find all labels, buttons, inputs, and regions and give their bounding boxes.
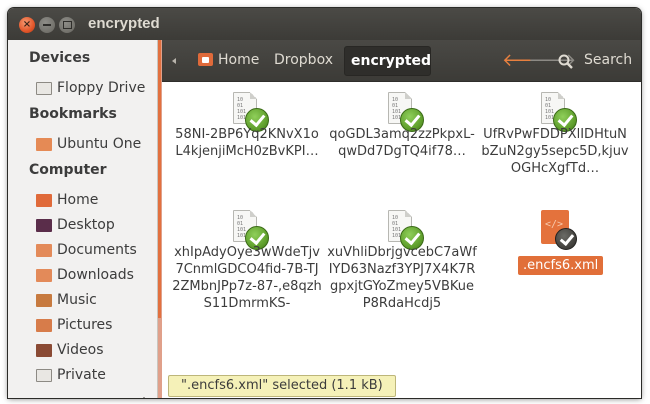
toolbar: Home Dropbox encrypted 🡐 🡒 Search [162,40,641,82]
sidebar-item-desktop[interactable]: Desktop [36,216,154,238]
sidebar-item-private[interactable]: Private [36,366,154,388]
sidebar-item-label: Home [57,192,99,208]
private-drive-icon [36,369,52,382]
floppy-icon [36,82,52,95]
close-button[interactable]: × [19,17,35,33]
window-title: encrypted [88,15,160,32]
file-name: qoGDL3amq2zzPkpxL-qwDd7DgTQ4if78… [329,127,475,159]
breadcrumb-encrypted-label: encrypted [351,53,432,69]
file-item[interactable]: 10 01 101 101 xuVhliDbrjgvcebC7aWfIYD63N… [327,206,477,336]
file-name: UfRvPwFDDPXlIDHtuNbZuN2gy5sepc5D,kjuvOGH… [481,127,629,176]
sidebar-item-label: Desktop [57,217,115,233]
sidebar-item-home[interactable]: Home [36,191,154,213]
file-item[interactable]: 10 01 101 101 58NI-2BP6Yq2KNvX1oL4kjenji… [172,88,322,218]
title-bar: × encrypted [8,8,641,40]
sidebar: Devices Floppy Drive Bookmarks Ubuntu On… [8,40,158,398]
eject-icon[interactable] [137,397,151,398]
sidebar-item-label: Music [57,292,97,308]
file-manager-window: × encrypted Devices Floppy Drive Bookmar… [8,8,641,398]
folder-icon [36,138,52,151]
music-folder-icon [36,294,52,307]
sidebar-item-label: Documents [57,242,137,258]
sidebar-scrollbar[interactable] [158,40,161,318]
sidebar-item-ubuntu-one[interactable]: Ubuntu One [36,135,154,157]
home-folder-icon [36,194,52,207]
maximize-button[interactable] [59,17,75,33]
selected-file-name[interactable]: .encfs6.xml [518,256,604,275]
sidebar-item-music[interactable]: Music [36,291,154,313]
file-item[interactable]: 10 01 101 101 qoGDL3amq2zzPkpxL-qwDd7DgT… [327,88,477,218]
sidebar-item-label: Downloads [57,267,134,283]
videos-folder-icon [36,344,52,357]
breadcrumb-dropbox[interactable]: Dropbox [274,52,333,68]
file-view: 10 01 101 101 58NI-2BP6Yq2KNvX1oL4kjenji… [162,82,641,398]
breadcrumb-encrypted[interactable]: encrypted [344,46,431,76]
file-name: xhIpAdyOye3wWdeTjv7CnmlGDCO4fid-7B-TJ2ZM… [172,245,322,311]
sidebar-item-pictures[interactable]: Pictures [36,316,154,338]
sidebar-item-label: Pictures [57,317,113,333]
file-name: 58NI-2BP6Yq2KNvX1oL4kjenjiMcH0zBvKPI… [175,127,319,159]
breadcrumb-scroll-left-icon[interactable] [172,58,176,64]
file-name: xuVhliDbrjgvcebC7aWfIYD63Nazf3YPJ7X4K7Rg… [327,245,477,311]
file-item[interactable]: 10 01 101 101 UfRvPwFDDPXlIDHtuNbZuN2gy5… [480,88,630,218]
sidebar-item-label: Videos [57,342,104,358]
search-button[interactable]: Search [584,52,632,68]
sidebar-item-videos[interactable]: Videos [36,341,154,363]
sidebar-item-label: Floppy Drive [57,80,146,96]
sidebar-item-documents[interactable]: Documents [36,241,154,263]
documents-folder-icon [36,244,52,257]
desktop-folder-icon [36,219,52,232]
sidebar-heading-bookmarks: Bookmarks [29,106,117,122]
sidebar-item-downloads[interactable]: Downloads [36,266,154,288]
breadcrumb-home[interactable]: Home [218,52,259,68]
sidebar-item-label: Private [57,367,106,383]
search-icon[interactable] [558,54,573,69]
sidebar-item-floppy-drive[interactable]: Floppy Drive [36,79,154,101]
sidebar-heading-devices: Devices [29,50,91,66]
pictures-folder-icon [36,319,52,332]
minimize-button[interactable] [39,17,55,33]
home-icon [198,53,213,66]
sidebar-item-label: Ubuntu One [57,136,142,152]
file-item[interactable]: 10 01 101 101 xhIpAdyOye3wWdeTjv7CnmlGDC… [172,206,322,336]
xml-file-icon [533,208,577,256]
sync-check-icon [555,228,577,250]
downloads-folder-icon [36,269,52,282]
sidebar-heading-computer: Computer [29,162,107,178]
status-bar: ".encfs6.xml" selected (1.1 kB) [168,375,396,397]
